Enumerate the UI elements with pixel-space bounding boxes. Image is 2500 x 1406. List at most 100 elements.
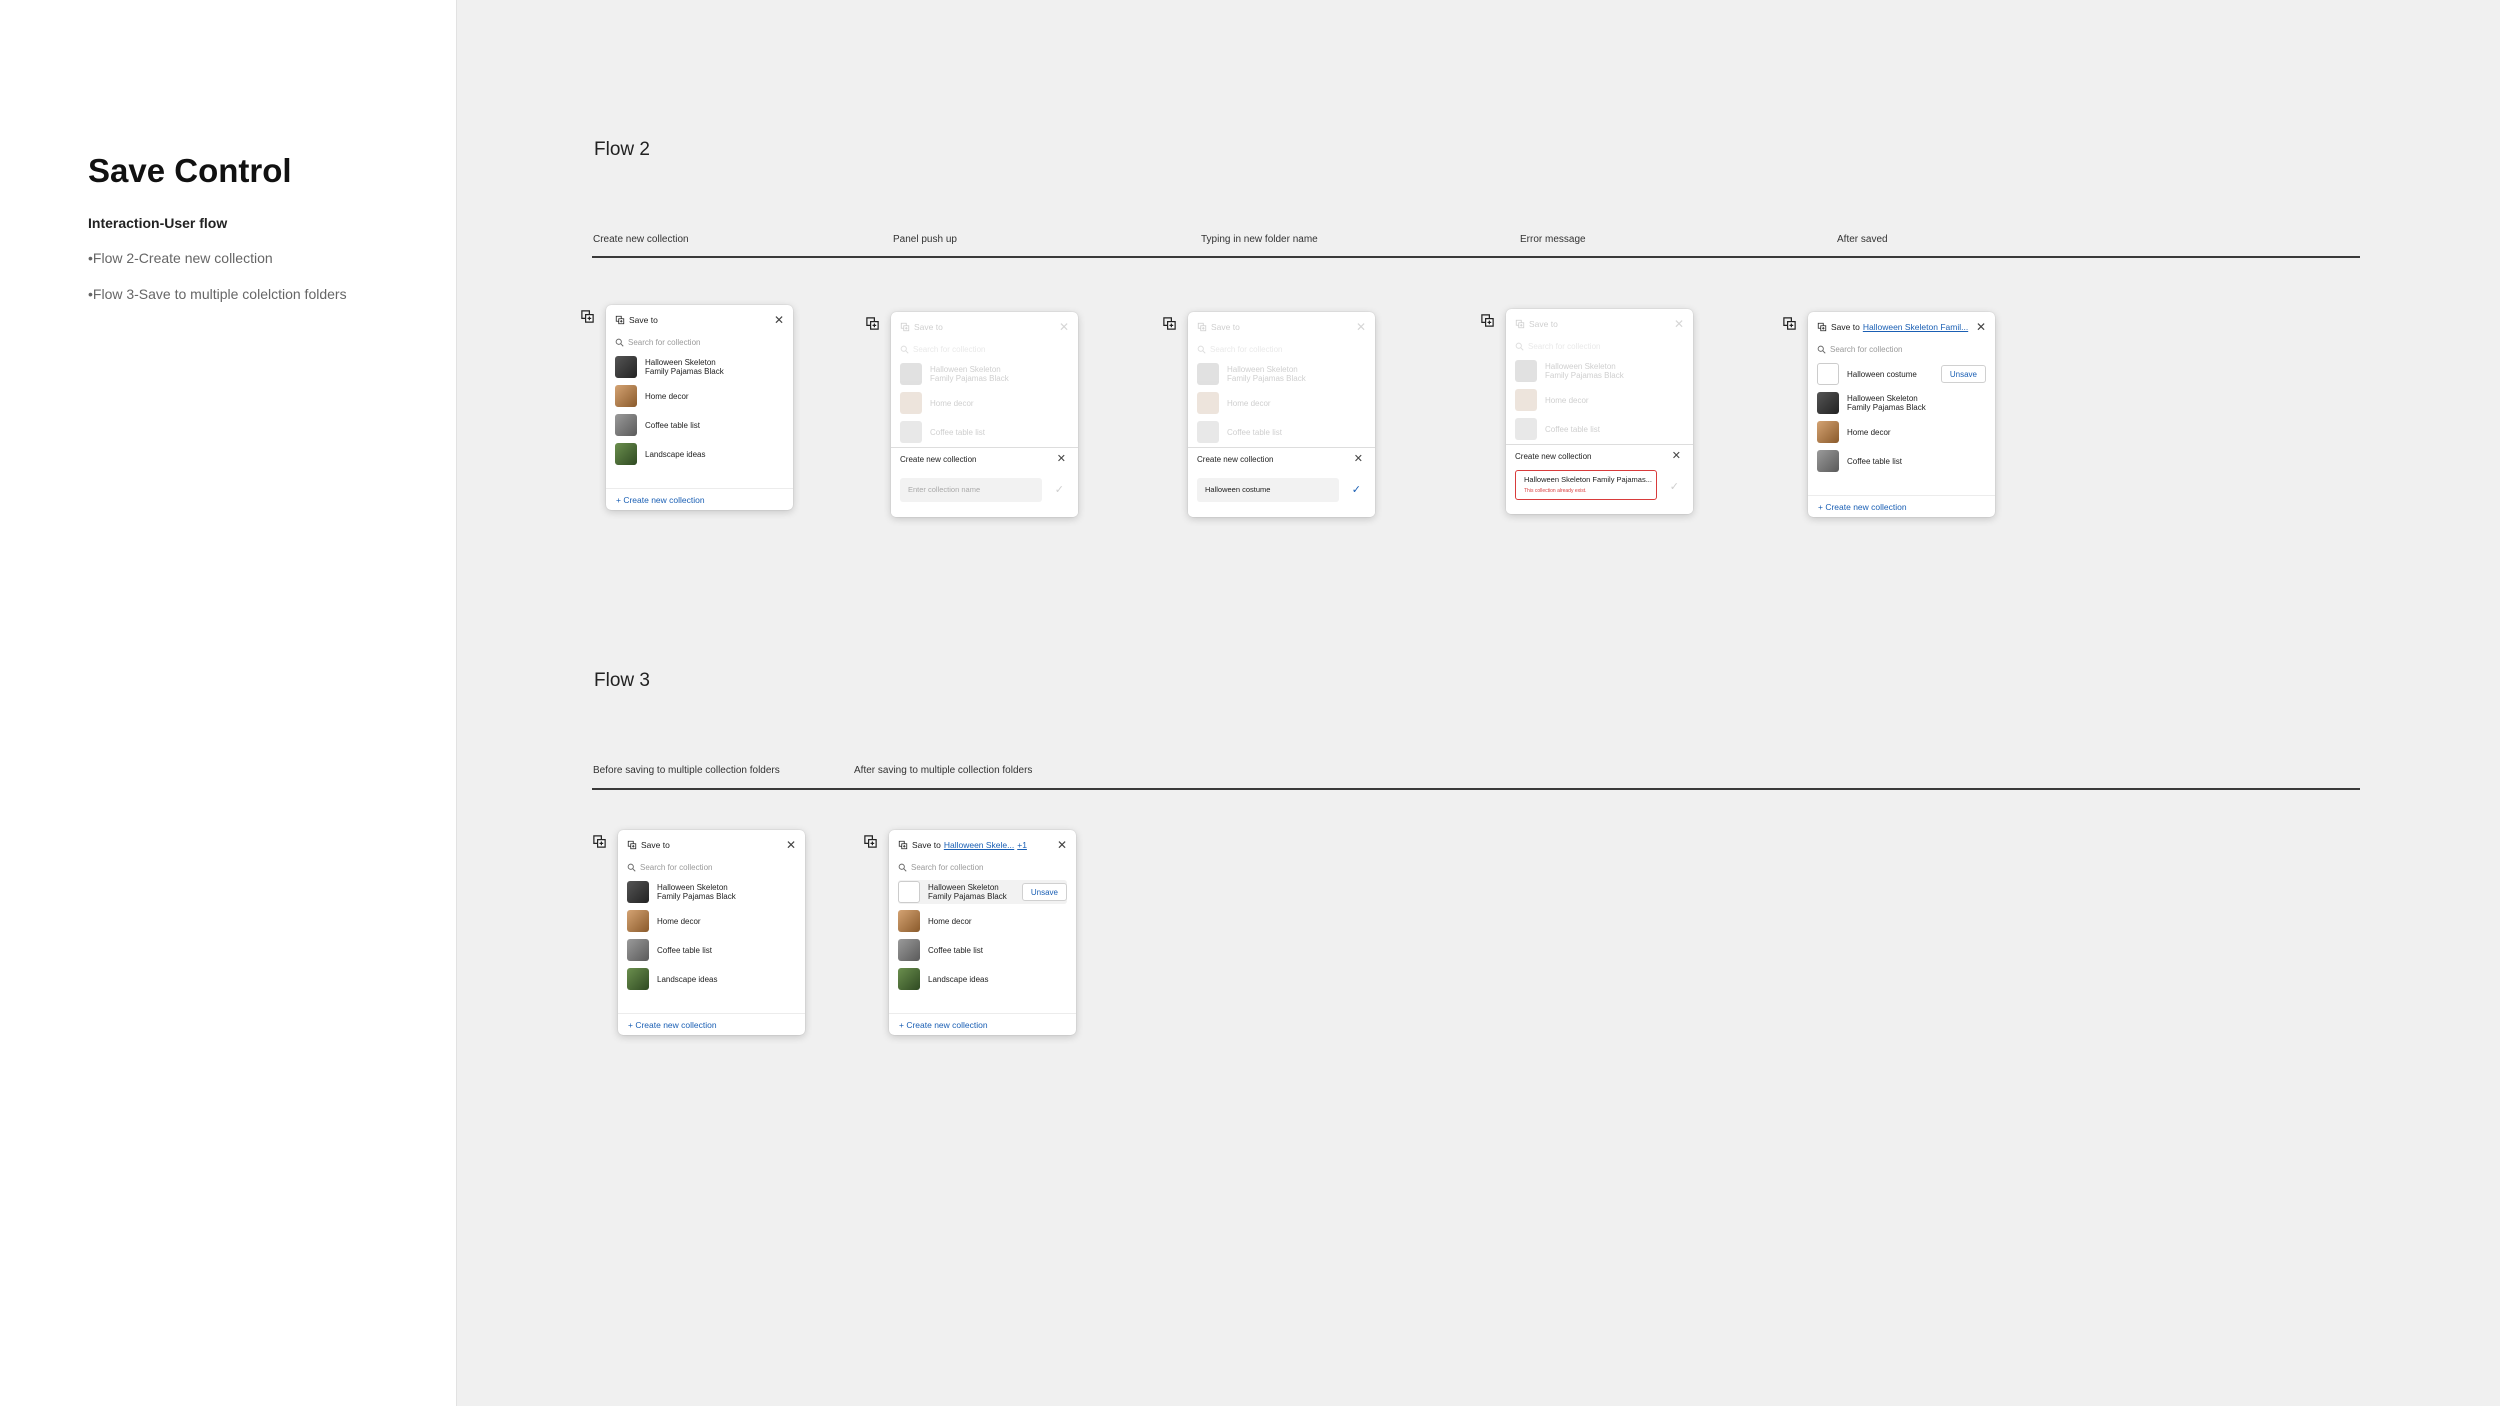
search-input[interactable]: Search for collection [1817, 343, 1986, 355]
list-item[interactable]: Home decor [1817, 420, 1986, 444]
close-icon[interactable]: ✕ [1057, 838, 1067, 852]
search-placeholder: Search for collection [1830, 344, 1903, 354]
item-label: Coffee table list [657, 945, 712, 955]
saved-extra-count[interactable]: +1 [1017, 840, 1027, 850]
flow-2-divider [592, 256, 2360, 258]
list-item[interactable]: Landscape ideas [615, 442, 784, 466]
panel-title: Save to [914, 322, 943, 332]
save-to-panel-5: Save to Halloween Skeleton Famil... ✕ Se… [1808, 312, 1995, 517]
item-label: Halloween Skeleton Family Pajamas Black [1545, 362, 1624, 380]
list-item[interactable]: Landscape ideas [898, 967, 1067, 991]
search-placeholder: Search for collection [911, 862, 984, 872]
item-label: Landscape ideas [928, 974, 989, 984]
list-item[interactable]: Halloween Skeleton Family Pajamas Black [627, 880, 796, 904]
item-label: Home decor [1847, 427, 1891, 437]
list-item[interactable]: Home decor [615, 384, 784, 408]
landscape-thumb [898, 968, 920, 990]
save-icon[interactable] [863, 834, 878, 849]
item-label: Coffee table list [645, 420, 700, 430]
create-collection-title: Create new collection [1197, 455, 1274, 464]
check-icon[interactable]: ✓ [1670, 480, 1679, 493]
search-input[interactable]: Search for collection [615, 336, 784, 348]
coffee-table-thumb [898, 939, 920, 961]
list-item: Coffee table list [1515, 417, 1684, 441]
list-item[interactable]: Halloween costume Unsave [1817, 362, 1986, 386]
search-placeholder: Search for collection [1528, 341, 1601, 351]
item-label: Halloween Skeleton Family Pajamas Black [657, 883, 736, 901]
flow-2-title: Flow 2 [594, 139, 650, 160]
panel-footer: + Create new collection [606, 488, 793, 510]
search-icon [1515, 342, 1524, 351]
save-icon[interactable] [1480, 313, 1495, 328]
panel-title: Save to [1831, 322, 1860, 332]
item-label: Halloween Skeleton Family Pajamas Black [930, 365, 1009, 383]
save-icon[interactable] [865, 316, 880, 331]
list-item[interactable]: Landscape ideas [627, 967, 796, 991]
error-message: This collection already exist. [1524, 488, 1587, 494]
search-icon [1197, 345, 1206, 354]
panel-footer: + Create new collection [618, 1013, 805, 1035]
step-label-push-up: Panel push up [893, 234, 957, 245]
bullet-flow-3: •Flow 3-Save to multiple colelction fold… [88, 286, 347, 302]
save-icon[interactable] [592, 834, 607, 849]
home-decor-thumb [900, 392, 922, 414]
close-icon[interactable]: ✕ [786, 838, 796, 852]
close-icon[interactable]: ✕ [1354, 452, 1363, 465]
list-item[interactable]: Coffee table list [1817, 449, 1986, 473]
coffee-table-thumb [1197, 421, 1219, 443]
collection-name-input[interactable]: Halloween Skeleton Family Pajamas... Thi… [1515, 470, 1657, 500]
search-icon [627, 863, 636, 872]
list-item[interactable]: Home decor [898, 909, 1067, 933]
list-item[interactable]: Halloween Skeleton Family Pajamas Black … [898, 880, 1067, 904]
unsave-button[interactable]: Unsave [1021, 883, 1067, 901]
step-label-create: Create new collection [593, 234, 689, 245]
saved-collection-link[interactable]: Halloween Skeleton Famil... [1863, 322, 1968, 332]
item-label: Halloween costume [1847, 369, 1917, 379]
create-new-collection-link[interactable]: + Create new collection [628, 1020, 717, 1030]
close-icon[interactable]: ✕ [1672, 449, 1681, 462]
list-item[interactable]: Home decor [627, 909, 796, 933]
search-input[interactable]: Search for collection [627, 861, 796, 873]
unsave-button[interactable]: Unsave [1940, 365, 1986, 383]
item-label: Halloween Skeleton Family Pajamas Black [1847, 394, 1926, 412]
skeleton-thumb [1817, 392, 1839, 414]
list-item[interactable]: Coffee table list [627, 938, 796, 962]
flow-3-divider [592, 788, 2360, 790]
home-decor-thumb [898, 910, 920, 932]
collection-name-input[interactable]: Halloween costume [1197, 478, 1339, 502]
home-decor-thumb [627, 910, 649, 932]
close-icon[interactable]: ✕ [1057, 452, 1066, 465]
save-icon [900, 322, 910, 332]
save-icon[interactable] [1162, 316, 1177, 331]
saved-collection-link[interactable]: Halloween Skele... [944, 840, 1014, 850]
check-icon[interactable]: ✓ [1055, 483, 1064, 496]
item-label: Landscape ideas [645, 449, 706, 459]
save-icon[interactable] [580, 309, 595, 324]
create-new-collection-link[interactable]: + Create new collection [899, 1020, 988, 1030]
create-new-collection-link[interactable]: + Create new collection [616, 495, 705, 505]
create-new-collection-link[interactable]: + Create new collection [1818, 502, 1907, 512]
item-label: Home decor [1545, 395, 1589, 405]
coffee-table-thumb [615, 414, 637, 436]
landscape-thumb [627, 968, 649, 990]
list-item[interactable]: Coffee table list [898, 938, 1067, 962]
collection-name-input[interactable]: Enter collection name [900, 478, 1042, 502]
search-placeholder: Search for collection [1210, 344, 1283, 354]
list-item[interactable]: Halloween Skeleton Family Pajamas Black [615, 355, 784, 379]
save-to-panel-3: Save to ✕ Search for collection Hallowee… [1188, 312, 1375, 517]
item-label: Coffee table list [1847, 456, 1902, 466]
close-icon[interactable]: ✕ [774, 313, 784, 327]
save-icon[interactable] [1782, 316, 1797, 331]
list-item[interactable]: Halloween Skeleton Family Pajamas Black [1817, 391, 1986, 415]
page-subtitle: Interaction-User flow [88, 215, 228, 231]
save-to-panel-multi-before: Save to ✕ Search for collection Hallowee… [618, 830, 805, 1035]
item-label: Landscape ideas [657, 974, 718, 984]
search-input[interactable]: Search for collection [898, 861, 1067, 873]
close-icon[interactable]: ✕ [1976, 320, 1986, 334]
create-collection-title: Create new collection [900, 455, 977, 464]
coffee-table-thumb [1515, 418, 1537, 440]
item-label: Halloween Skeleton Family Pajamas Black [645, 358, 724, 376]
check-icon[interactable]: ✓ [1352, 483, 1361, 496]
list-item[interactable]: Coffee table list [615, 413, 784, 437]
search-placeholder: Search for collection [913, 344, 986, 354]
